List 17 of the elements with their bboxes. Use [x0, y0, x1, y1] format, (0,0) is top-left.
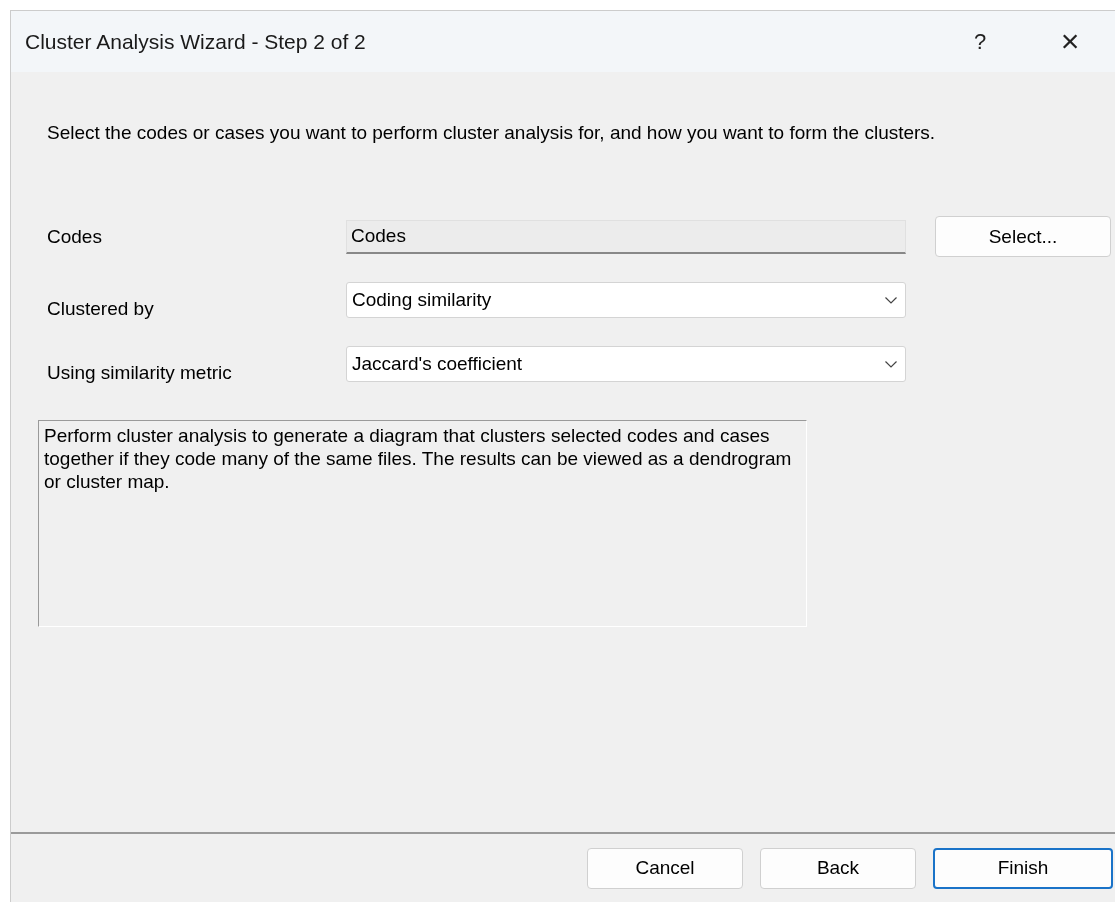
dialog-button[interactable]: Back — [760, 847, 916, 889]
dialog-button[interactable]: Cancel — [587, 847, 743, 889]
field-label: Clustered by — [47, 298, 154, 320]
field-label: Codes — [47, 225, 102, 248]
dialog-button[interactable]: Finish — [933, 847, 1113, 889]
description-box: Perform cluster analysis to generate a diagram that clusters selected codes and cases together if they code many of the same files. The results can be viewed as a dendrogram or cluster map. — [38, 420, 807, 627]
chevron-down-icon — [885, 360, 897, 368]
instruction-text: Select the codes or cases you want to perform cluster analysis for, and how you want to form the clusters. — [47, 122, 937, 144]
field-label: Using similarity metric — [47, 362, 232, 384]
dropdown[interactable]: Jaccard's coefficient — [346, 346, 906, 382]
select-button[interactable]: Select... — [935, 216, 1111, 257]
close-button[interactable]: × — [1025, 23, 1115, 60]
help-button[interactable]: ? — [935, 28, 1025, 55]
chevron-down-icon — [885, 296, 897, 304]
codes-field[interactable]: Codes — [346, 219, 906, 254]
window-title: Cluster Analysis Wizard - Step 2 of 2 — [25, 29, 367, 54]
dropdown[interactable]: Coding similarity — [346, 282, 906, 318]
